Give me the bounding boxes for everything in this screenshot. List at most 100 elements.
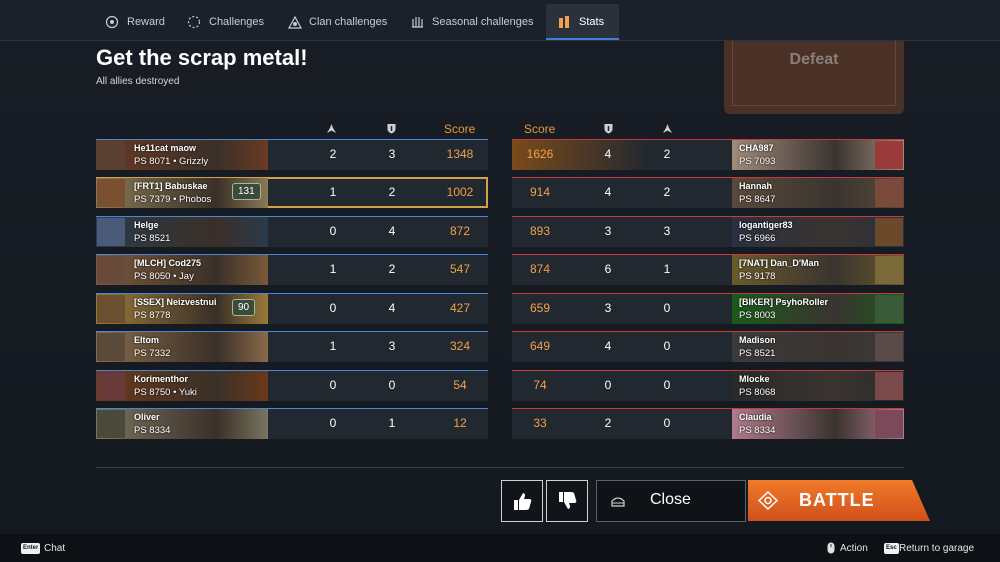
assists-value: 3 [604, 224, 612, 238]
return-to-garage-hint[interactable]: Return to garage [899, 543, 974, 554]
enemy-row[interactable]: [BIKER] PsyhoRoller PS 8003 659 3 0 [512, 293, 904, 324]
player-power-score: PS 8334 [134, 425, 171, 436]
enemy-row[interactable]: Claudia PS 8334 33 2 0 [512, 408, 904, 439]
enemy-row[interactable]: Hannah PS 8647 914 4 2 [512, 177, 904, 208]
enemy-row[interactable]: Madison PS 8521 649 4 0 [512, 331, 904, 362]
like-button[interactable] [501, 480, 543, 522]
enemy-row[interactable]: [7NAT] Dan_D'Man PS 9178 874 6 1 [512, 254, 904, 285]
kills-value: 1 [329, 185, 337, 199]
avatar [97, 372, 125, 400]
player-power-score: PS 8003 [739, 310, 776, 321]
player-name: Madison [739, 335, 776, 345]
tab-stats[interactable]: Stats [546, 4, 619, 40]
player-power-score: PS 7379 • Phobos [134, 194, 212, 205]
level-badge: 90 [232, 299, 256, 316]
player-power-score: PS 8778 [134, 310, 171, 321]
dislike-button[interactable] [546, 480, 588, 522]
assists-value: 2 [388, 262, 396, 276]
player-power-score: PS 8068 [739, 387, 776, 398]
tab-bar: Reward Challenges Clan challenges Season… [0, 0, 1000, 41]
player-name: Hannah [739, 181, 773, 191]
score-value: 893 [529, 224, 551, 238]
enemy-row[interactable]: logantiger83 PS 6966 893 3 3 [512, 216, 904, 247]
player-power-score: PS 8050 • Jay [134, 271, 194, 282]
score-value: 914 [529, 185, 551, 199]
ally-row[interactable]: [SSEX] Neizvestnui PS 8778 90 0 4 427 [96, 293, 488, 324]
seasonal-challenges-icon [410, 15, 424, 29]
player-card[interactable] [96, 409, 268, 439]
kills-value: 2 [663, 147, 671, 161]
enemy-row[interactable]: Mlocke PS 8068 74 0 0 [512, 370, 904, 401]
chat-hint[interactable]: Chat [44, 543, 65, 554]
player-power-score: PS 8521 [134, 233, 171, 244]
ally-row[interactable]: [MLCH] Cod275 PS 8050 • Jay 1 2 547 [96, 254, 488, 285]
ally-row[interactable]: He11cat maow PS 8071 • Grizzly 2 3 1348 [96, 139, 488, 170]
avatar [875, 179, 903, 207]
player-card[interactable] [96, 332, 268, 362]
player-name: logantiger83 [739, 220, 793, 230]
mission-title: Get the scrap metal! [96, 45, 308, 70]
score-value: 547 [449, 262, 471, 276]
kills-value: 0 [663, 301, 671, 315]
player-power-score: PS 8750 • Yuki [134, 387, 197, 398]
score-value: 872 [449, 224, 471, 238]
player-name: Mlocke [739, 374, 770, 384]
kills-value: 0 [329, 378, 337, 392]
assists-value: 4 [604, 147, 612, 161]
assists-value: 3 [604, 301, 612, 315]
player-name: [MLCH] Cod275 [134, 258, 201, 268]
score-header-right: Score [524, 122, 556, 136]
ally-row[interactable]: Korimenthor PS 8750 • Yuki 0 0 54 [96, 370, 488, 401]
kills-icon [663, 124, 672, 133]
score-value: 324 [449, 339, 471, 353]
ally-row[interactable]: Oliver PS 8334 0 1 12 [96, 408, 488, 439]
close-icon [611, 497, 625, 507]
kills-icon [327, 124, 336, 133]
action-hint[interactable]: Action [840, 543, 868, 554]
avatar [97, 410, 125, 438]
score-value: 12 [453, 416, 467, 430]
ally-row[interactable]: Eltom PS 7332 1 3 324 [96, 331, 488, 362]
player-name: Helge [134, 220, 159, 230]
score-value: 874 [529, 262, 551, 276]
assists-value: 3 [388, 339, 396, 353]
tab-clan-challenges[interactable]: Clan challenges [276, 4, 398, 39]
assists-value: 2 [604, 416, 612, 430]
result-label: Defeat [789, 51, 839, 68]
assists-value: 0 [604, 378, 612, 392]
tab-seasonal-challenges[interactable]: Seasonal challenges [398, 4, 546, 39]
clan-challenges-icon [287, 15, 303, 29]
player-power-score: PS 8334 [739, 425, 776, 436]
tab-challenges[interactable]: Challenges [176, 4, 276, 39]
kills-value: 0 [329, 301, 337, 315]
avatar [97, 333, 125, 361]
enter-key-icon: Enter [21, 543, 41, 554]
kills-value: 2 [663, 185, 671, 199]
ally-row[interactable]: Helge PS 8521 0 4 872 [96, 216, 488, 247]
avatar [97, 141, 125, 169]
avatar [875, 372, 903, 400]
player-name: [FRT1] Babuskae [134, 181, 208, 191]
player-card[interactable] [96, 217, 268, 247]
assists-icon [387, 124, 396, 134]
tab-label: Challenges [209, 15, 265, 28]
tab-label: Seasonal challenges [432, 15, 534, 28]
tab-reward[interactable]: Reward [96, 4, 176, 39]
stats-icon [557, 15, 571, 29]
score-value: 74 [533, 378, 547, 392]
player-name: [BIKER] PsyhoRoller [739, 297, 829, 307]
assists-value: 4 [388, 224, 396, 238]
player-power-score: PS 6966 [739, 233, 776, 244]
kills-value: 1 [329, 262, 337, 276]
score-value: 427 [449, 301, 471, 315]
kills-value: 1 [663, 262, 671, 276]
mission-subtitle: All allies destroyed [96, 76, 180, 87]
ally-row[interactable]: [FRT1] Babuskae PS 7379 • Phobos 131 1 2… [96, 177, 488, 208]
enemy-row[interactable]: CHA987 PS 7093 1626 4 2 [512, 139, 904, 170]
assists-value: 3 [388, 147, 396, 161]
challenges-icon [187, 15, 201, 29]
kills-value: 0 [329, 224, 337, 238]
kills-value: 0 [663, 339, 671, 353]
tab-label: Clan challenges [309, 15, 388, 28]
tab-label: Stats [579, 15, 605, 28]
